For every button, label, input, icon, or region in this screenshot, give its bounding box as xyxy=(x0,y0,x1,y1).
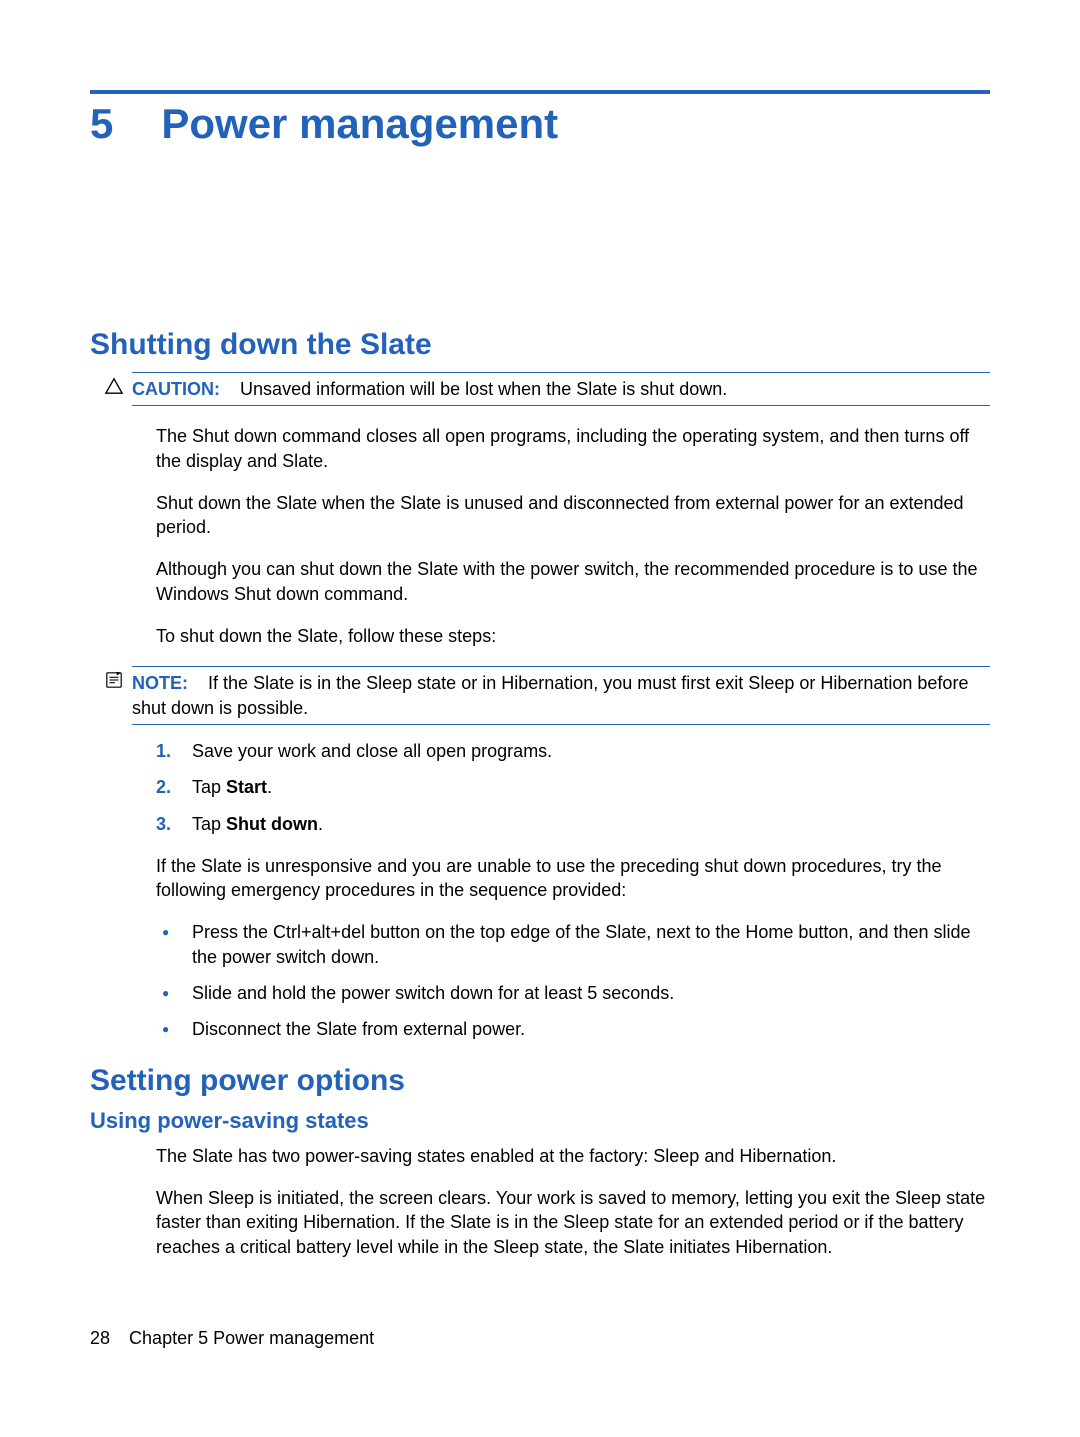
steps-list: 1. Save your work and close all open pro… xyxy=(156,739,990,836)
bullet-item: Disconnect the Slate from external power… xyxy=(156,1017,990,1041)
caution-callout: CAUTION: Unsaved information will be los… xyxy=(132,372,990,406)
paragraph: If the Slate is unresponsive and you are… xyxy=(156,854,990,903)
note-icon xyxy=(104,671,124,695)
note-text: If the Slate is in the Sleep state or in… xyxy=(132,673,968,717)
step-text: Tap Start. xyxy=(192,777,272,797)
note-callout: NOTE: If the Slate is in the Sleep state… xyxy=(132,666,990,725)
note-label: NOTE: xyxy=(132,673,188,693)
step-number: 3. xyxy=(156,812,171,836)
step-number: 1. xyxy=(156,739,171,763)
paragraph: When Sleep is initiated, the screen clea… xyxy=(156,1186,990,1259)
step-text: Tap Shut down. xyxy=(192,814,323,834)
step-number: 2. xyxy=(156,775,171,799)
section-heading-power-options: Setting power options xyxy=(90,1064,990,1098)
paragraph: The Shut down command closes all open pr… xyxy=(156,424,990,473)
section-heading-shutdown: Shutting down the Slate xyxy=(90,328,990,362)
chapter-rule xyxy=(90,90,990,94)
step-item: 3. Tap Shut down. xyxy=(156,812,990,836)
chapter-heading: 5 Power management xyxy=(90,100,990,148)
page-footer: 28 Chapter 5 Power management xyxy=(90,1328,374,1349)
subsection-heading-power-saving: Using power-saving states xyxy=(90,1108,990,1134)
paragraph: The Slate has two power-saving states en… xyxy=(156,1144,990,1168)
paragraph: To shut down the Slate, follow these ste… xyxy=(156,624,990,648)
page-number: 28 xyxy=(90,1328,110,1348)
step-text: Save your work and close all open progra… xyxy=(192,741,552,761)
bullet-item: Press the Ctrl+alt+del button on the top… xyxy=(156,920,990,969)
chapter-number: 5 xyxy=(90,100,113,148)
footer-chapter-label: Chapter 5 Power management xyxy=(129,1328,374,1348)
bullet-list: Press the Ctrl+alt+del button on the top… xyxy=(156,920,990,1041)
step-item: 1. Save your work and close all open pro… xyxy=(156,739,990,763)
caution-text: Unsaved information will be lost when th… xyxy=(240,379,727,399)
caution-label: CAUTION: xyxy=(132,379,220,399)
caution-icon xyxy=(104,377,124,401)
chapter-title: Power management xyxy=(161,100,558,148)
step-item: 2. Tap Start. xyxy=(156,775,990,799)
bullet-item: Slide and hold the power switch down for… xyxy=(156,981,990,1005)
paragraph: Although you can shut down the Slate wit… xyxy=(156,557,990,606)
paragraph: Shut down the Slate when the Slate is un… xyxy=(156,491,990,540)
